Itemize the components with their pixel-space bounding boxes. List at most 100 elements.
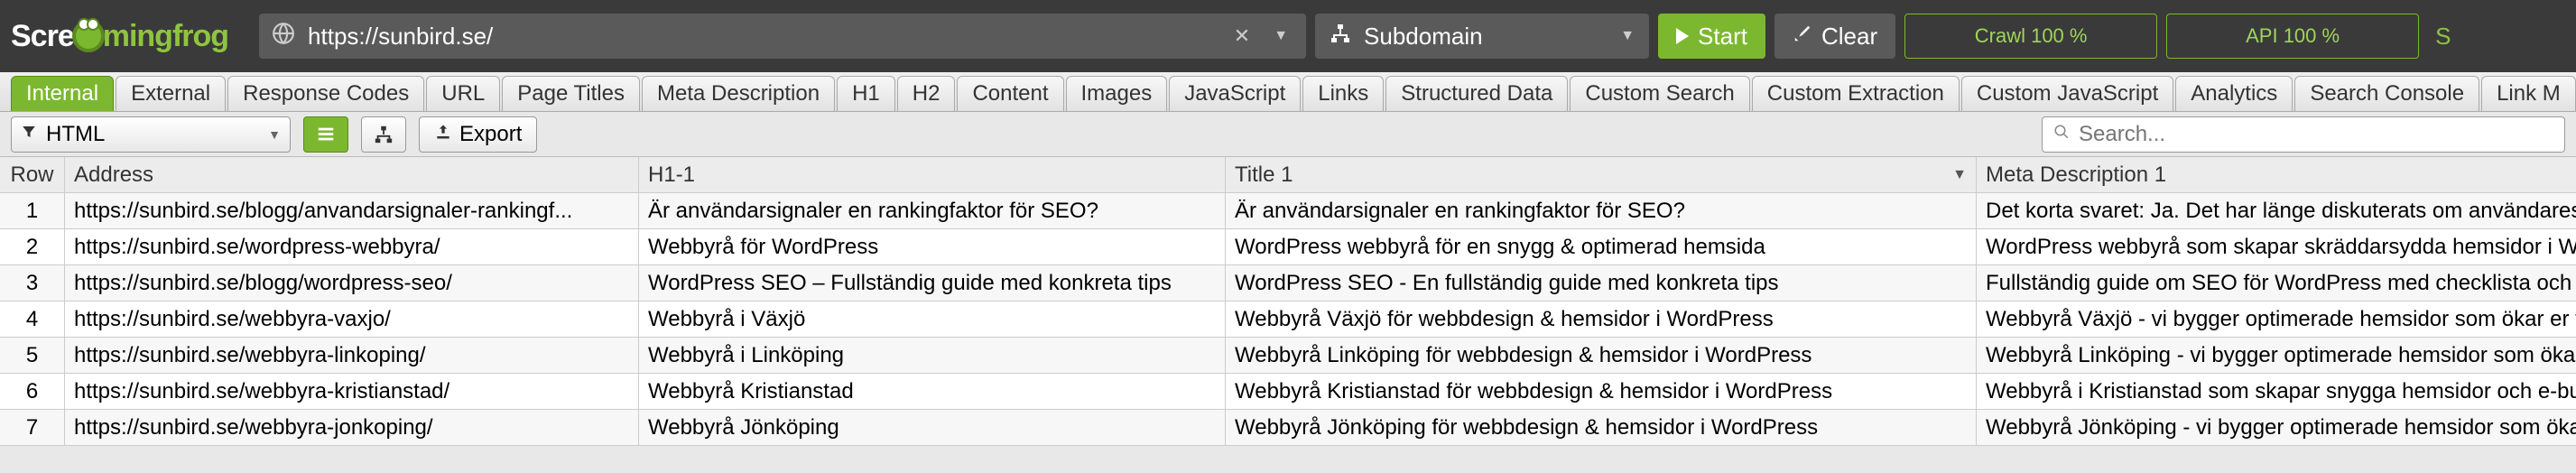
tab-h2[interactable]: H2	[897, 76, 956, 111]
table-row[interactable]: 7https://sunbird.se/webbyra-jonkoping/We…	[0, 410, 2576, 446]
tab-external[interactable]: External	[116, 76, 226, 111]
tab-images[interactable]: Images	[1066, 76, 1168, 111]
tab-url[interactable]: URL	[426, 76, 500, 111]
cell-h1: Är användarsignaler en rankingfaktor för…	[639, 193, 1226, 228]
sort-desc-icon: ▼	[1952, 167, 1967, 183]
logo-text-post: frog	[172, 19, 228, 54]
url-bar[interactable]: ✕ ▼	[259, 14, 1306, 59]
table-row[interactable]: 1https://sunbird.se/blogg/anvandarsignal…	[0, 193, 2576, 229]
start-label: Start	[1698, 23, 1747, 51]
clear-label: Clear	[1821, 23, 1877, 51]
table-row[interactable]: 5https://sunbird.se/webbyra-linkoping/We…	[0, 338, 2576, 374]
logo-text-pre: Scre	[11, 19, 74, 54]
search-icon	[2053, 124, 2070, 145]
tab-custom-search[interactable]: Custom Search	[1570, 76, 1749, 111]
table-row[interactable]: 4https://sunbird.se/webbyra-vaxjo/Webbyr…	[0, 301, 2576, 338]
cell-title: Webbyrå Linköping för webbdesign & hemsi…	[1226, 338, 1977, 373]
cell-rownum: 2	[0, 229, 65, 264]
cell-title: Webbyrå Växjö för webbdesign & hemsidor …	[1226, 301, 1977, 337]
filter-icon	[21, 124, 37, 145]
controls-row: HTML ▼ Export	[0, 112, 2576, 157]
tree-view-button[interactable]	[361, 116, 406, 153]
cell-title: Webbyrå Jönköping för webbdesign & hemsi…	[1226, 410, 1977, 445]
search-box[interactable]	[2042, 116, 2565, 153]
col-h1[interactable]: H1-1	[639, 157, 1226, 192]
start-button[interactable]: Start	[1658, 14, 1765, 59]
cell-h1: Webbyrå för WordPress	[639, 229, 1226, 264]
tab-link-m[interactable]: Link M	[2481, 76, 2576, 111]
table-row[interactable]: 6https://sunbird.se/webbyra-kristianstad…	[0, 374, 2576, 410]
cell-address: https://sunbird.se/blogg/anvandarsignale…	[65, 193, 639, 228]
export-button[interactable]: Export	[419, 116, 537, 153]
url-dropdown-icon[interactable]: ▼	[1268, 28, 1293, 44]
table-row[interactable]: 3https://sunbird.se/blogg/wordpress-seo/…	[0, 265, 2576, 301]
table-header: Row Address H1-1 Title 1 ▼ Meta Descript…	[0, 157, 2576, 193]
tab-page-titles[interactable]: Page Titles	[502, 76, 640, 111]
col-title-label: Title 1	[1235, 162, 1293, 188]
cell-address: https://sunbird.se/blogg/wordpress-seo/	[65, 265, 639, 301]
top-toolbar: Scre ming frog ✕ ▼ Subdomain ▼ Start Cle…	[0, 0, 2576, 72]
cell-meta: Webbyrå Växjö - vi bygger optimerade hem…	[1977, 301, 2576, 337]
crawl-mode-dropdown[interactable]: Subdomain ▼	[1315, 14, 1649, 59]
crawl-status: Crawl 100 %	[1904, 14, 2157, 59]
main-tabs: InternalExternalResponse CodesURLPage Ti…	[0, 72, 2576, 112]
cell-rownum: 1	[0, 193, 65, 228]
cell-rownum: 4	[0, 301, 65, 337]
app-logo: Scre ming frog	[11, 19, 228, 54]
cell-rownum: 5	[0, 338, 65, 373]
tab-content[interactable]: Content	[957, 76, 1063, 111]
tab-analytics[interactable]: Analytics	[2175, 76, 2293, 111]
cell-meta: Fullständig guide om SEO för WordPress m…	[1977, 265, 2576, 301]
cell-rownum: 7	[0, 410, 65, 445]
globe-icon	[272, 22, 295, 51]
cell-title: Är användarsignaler en rankingfaktor för…	[1226, 193, 1977, 228]
cell-h1: Webbyrå Kristianstad	[639, 374, 1226, 409]
tab-search-console[interactable]: Search Console	[2294, 76, 2479, 111]
filter-dropdown[interactable]: HTML ▼	[11, 116, 291, 153]
cell-h1: Webbyrå i Växjö	[639, 301, 1226, 337]
tab-h1[interactable]: H1	[837, 76, 895, 111]
cell-address: https://sunbird.se/webbyra-vaxjo/	[65, 301, 639, 337]
chevron-down-icon: ▼	[268, 127, 281, 142]
frog-icon	[72, 20, 105, 52]
trailing-text: S	[2435, 23, 2451, 51]
play-icon	[1676, 28, 1689, 44]
url-input[interactable]	[308, 23, 1216, 51]
table-row[interactable]: 2https://sunbird.se/wordpress-webbyra/We…	[0, 229, 2576, 265]
cell-meta: Webbyrå i Kristianstad som skapar snygga…	[1977, 374, 2576, 409]
cell-address: https://sunbird.se/wordpress-webbyra/	[65, 229, 639, 264]
tab-custom-javascript[interactable]: Custom JavaScript	[1961, 76, 2173, 111]
cell-title: WordPress webbyrå för en snygg & optimer…	[1226, 229, 1977, 264]
cell-h1: Webbyrå i Linköping	[639, 338, 1226, 373]
col-title[interactable]: Title 1 ▼	[1226, 157, 1977, 192]
tab-internal[interactable]: Internal	[11, 76, 114, 111]
cell-meta: Webbyrå Jönköping - vi bygger optimerade…	[1977, 410, 2576, 445]
clear-url-icon[interactable]: ✕	[1228, 24, 1256, 48]
cell-meta: Det korta svaret: Ja. Det har länge disk…	[1977, 193, 2576, 228]
chevron-down-icon: ▼	[1620, 28, 1635, 44]
list-view-button[interactable]	[303, 116, 348, 153]
tab-javascript[interactable]: JavaScript	[1169, 76, 1301, 111]
logo-text-mid: ming	[103, 19, 172, 54]
cell-h1: Webbyrå Jönköping	[639, 410, 1226, 445]
tab-custom-extraction[interactable]: Custom Extraction	[1752, 76, 1960, 111]
sitemap-icon	[1330, 23, 1351, 51]
col-row[interactable]: Row	[0, 157, 65, 192]
export-label: Export	[459, 122, 522, 147]
clear-button[interactable]: Clear	[1774, 14, 1895, 59]
crawl-mode-label: Subdomain	[1364, 23, 1483, 51]
tab-structured-data[interactable]: Structured Data	[1385, 76, 1568, 111]
crawl-status-label: Crawl 100 %	[1975, 24, 2088, 48]
tab-meta-description[interactable]: Meta Description	[642, 76, 835, 111]
cell-rownum: 3	[0, 265, 65, 301]
cell-title: Webbyrå Kristianstad för webbdesign & he…	[1226, 374, 1977, 409]
col-meta[interactable]: Meta Description 1	[1977, 157, 2576, 192]
cell-meta: WordPress webbyrå som skapar skräddarsyd…	[1977, 229, 2576, 264]
col-address[interactable]: Address	[65, 157, 639, 192]
search-input[interactable]	[2079, 122, 2553, 147]
filter-label: HTML	[46, 122, 105, 147]
cell-address: https://sunbird.se/webbyra-kristianstad/	[65, 374, 639, 409]
cell-h1: WordPress SEO – Fullständig guide med ko…	[639, 265, 1226, 301]
tab-links[interactable]: Links	[1302, 76, 1384, 111]
tab-response-codes[interactable]: Response Codes	[227, 76, 424, 111]
